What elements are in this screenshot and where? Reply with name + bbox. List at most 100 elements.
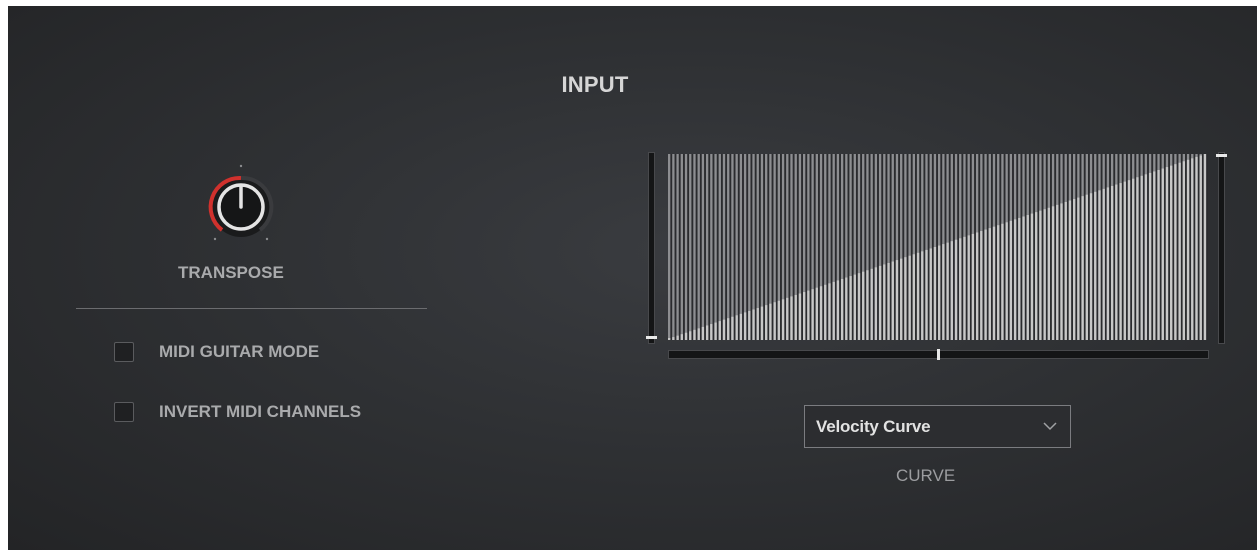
curve-column	[722, 154, 726, 340]
curve-high-slider[interactable]	[1218, 152, 1225, 344]
curve-bar	[1178, 162, 1181, 340]
curve-bar	[1060, 203, 1063, 340]
curve-bar	[849, 276, 852, 340]
invert-midi-channels-checkbox[interactable]	[114, 402, 134, 422]
curve-bar	[1051, 206, 1055, 340]
curve-bar	[891, 261, 894, 340]
curve-bar	[705, 325, 709, 340]
curve-bar	[1170, 165, 1173, 340]
curve-bar	[946, 242, 949, 340]
curve-column	[689, 154, 692, 340]
chevron-down-icon	[1043, 422, 1057, 431]
curve-bar	[680, 334, 683, 340]
curve-bar	[857, 273, 861, 340]
curve-bar	[887, 262, 890, 340]
divider	[76, 308, 427, 309]
curve-column	[727, 154, 730, 340]
curve-bar	[676, 335, 679, 340]
curve-bar	[794, 294, 797, 340]
invert-midi-channels-label: INVERT MIDI CHANNELS	[159, 402, 362, 421]
curve-bar	[1098, 190, 1101, 340]
curve-bar	[992, 226, 996, 340]
curve-bar	[1035, 212, 1038, 340]
curve-high-handle[interactable]	[1216, 154, 1227, 157]
curve-bar	[790, 296, 793, 340]
curve-bar	[1039, 210, 1042, 340]
curve-bar	[807, 290, 810, 340]
curve-bar	[1001, 223, 1004, 340]
curve-bar	[739, 313, 743, 340]
curve-bar	[883, 264, 886, 340]
curve-bar	[1030, 213, 1034, 340]
transpose-knob[interactable]	[201, 163, 281, 243]
curve-bar	[938, 245, 941, 340]
curve-bar	[684, 332, 688, 340]
curve-bar	[1068, 200, 1072, 340]
curve-low-handle[interactable]	[646, 336, 657, 339]
curve-bar	[840, 278, 844, 340]
curve-bar	[693, 329, 696, 340]
section-title: INPUT	[561, 72, 629, 97]
curve-bar	[786, 297, 789, 340]
curve-bar	[921, 251, 924, 340]
curve-column	[718, 154, 721, 340]
curve-bar	[874, 267, 878, 340]
curve-low-slider[interactable]	[648, 152, 655, 344]
curve-column	[743, 154, 747, 340]
curve-bar	[731, 316, 734, 340]
midi-guitar-mode-option[interactable]: MIDI GUITAR MODE	[114, 340, 319, 364]
curve-bar	[1022, 216, 1025, 340]
midi-guitar-mode-checkbox[interactable]	[114, 342, 134, 362]
curve-bar	[752, 309, 755, 340]
curve-bend-handle[interactable]	[937, 349, 940, 360]
curve-bar	[967, 235, 970, 340]
curve-column	[676, 154, 679, 340]
curve-bar	[1199, 155, 1202, 340]
curve-bar	[668, 338, 671, 340]
curve-bar	[718, 321, 721, 340]
curve-bar	[697, 328, 700, 340]
curve-bar	[824, 284, 827, 340]
curve-bar	[1182, 161, 1186, 340]
curve-bar	[1106, 187, 1110, 340]
velocity-curve-graph[interactable]	[668, 154, 1208, 340]
curve-column	[672, 154, 675, 340]
curve-bar	[1043, 209, 1046, 340]
curve-bar	[916, 252, 920, 340]
curve-bar	[1085, 194, 1088, 340]
curve-column	[668, 154, 671, 340]
curve-bar	[1013, 219, 1017, 340]
curve-bar	[1161, 168, 1164, 340]
curve-bar	[1174, 164, 1177, 340]
curve-dropdown[interactable]: Velocity Curve	[804, 405, 1071, 448]
invert-midi-channels-option[interactable]: INVERT MIDI CHANNELS	[114, 400, 361, 424]
curve-bar	[942, 244, 945, 340]
curve-bar	[895, 260, 899, 340]
curve-bar	[1203, 154, 1207, 340]
curve-bar	[836, 280, 840, 340]
curve-column	[739, 154, 743, 340]
curve-bar	[1136, 177, 1139, 340]
curve-bar	[1115, 184, 1118, 340]
curve-column	[693, 154, 696, 340]
curve-bar	[1127, 180, 1131, 340]
curve-bar	[1148, 172, 1152, 340]
curve-bar	[777, 300, 781, 340]
curve-bar	[1123, 181, 1126, 340]
curve-bar	[1140, 175, 1143, 340]
curve-bar	[912, 254, 916, 340]
curve-column	[705, 154, 709, 340]
curve-bar	[756, 308, 759, 340]
curve-bar	[701, 326, 705, 340]
curve-bar	[988, 228, 991, 340]
curve-bar	[798, 293, 802, 340]
knob-graphic	[208, 164, 274, 241]
curve-column	[731, 154, 734, 340]
curve-bar	[984, 229, 987, 340]
curve-bar	[760, 306, 764, 340]
curve-bar	[714, 322, 717, 340]
curve-bar	[1009, 220, 1013, 340]
curve-bar	[963, 236, 966, 340]
curve-bar	[828, 283, 831, 340]
curve-bar	[1186, 159, 1190, 340]
